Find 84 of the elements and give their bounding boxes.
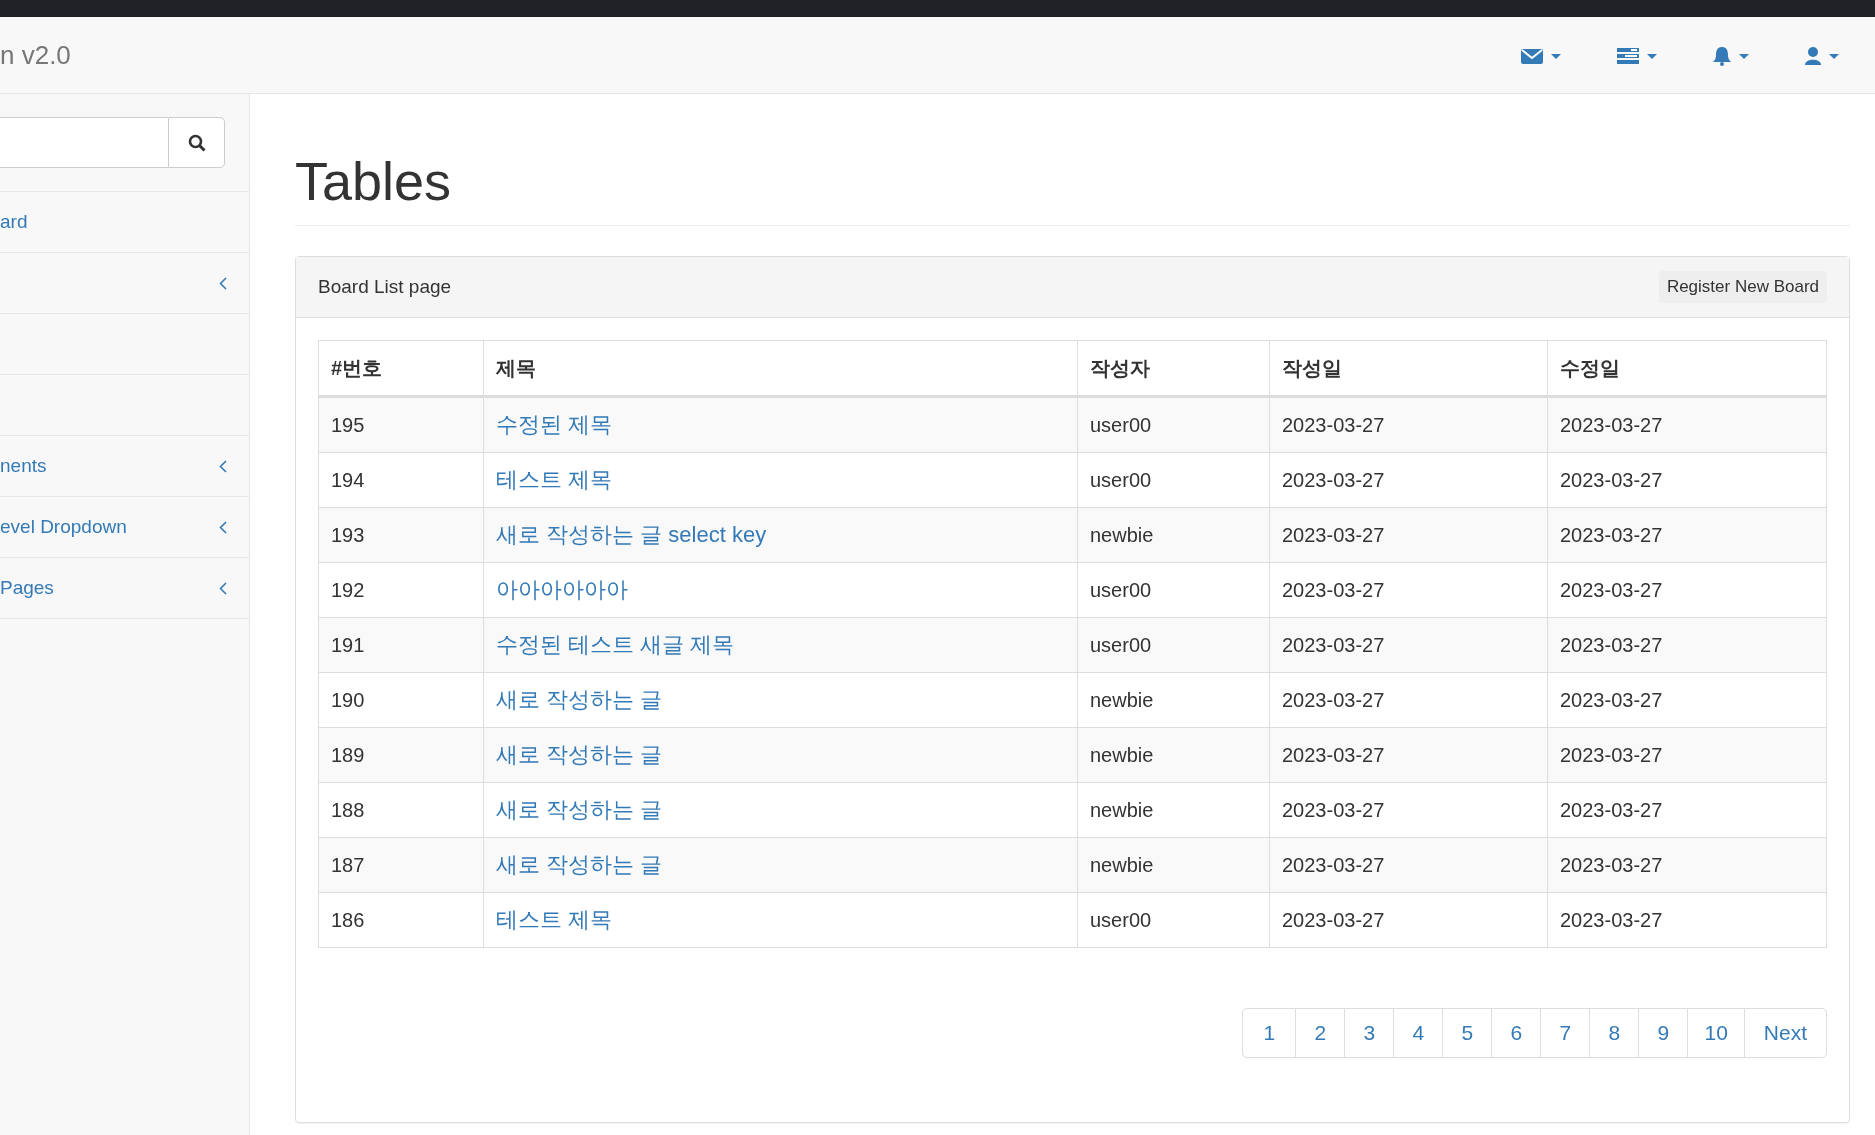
title-link[interactable]: 새로 작성하는 글 select key bbox=[496, 522, 767, 548]
table-cell: 2023-03-27 bbox=[1269, 562, 1548, 618]
table-cell: 195 bbox=[318, 396, 484, 453]
caret-icon bbox=[1829, 53, 1839, 59]
sidebar-item[interactable]: ard bbox=[0, 192, 249, 253]
page-link[interactable]: 5 bbox=[1442, 1008, 1493, 1059]
page-link[interactable]: 3 bbox=[1344, 1008, 1395, 1059]
title-link[interactable]: 테스트 제목 bbox=[496, 907, 613, 933]
title-link[interactable]: 아아아아아아 bbox=[496, 577, 628, 603]
sidebar-item[interactable]: evel Dropdown bbox=[0, 497, 249, 558]
page-link[interactable]: 2 bbox=[1295, 1008, 1346, 1059]
table-cell: 2023-03-27 bbox=[1547, 617, 1827, 673]
table-cell: 192 bbox=[318, 562, 484, 618]
sidebar-item[interactable]: nents bbox=[0, 436, 249, 497]
page-link[interactable]: 8 bbox=[1589, 1008, 1640, 1059]
table-cell: 2023-03-27 bbox=[1547, 452, 1827, 508]
table-cell: 2023-03-27 bbox=[1547, 782, 1827, 838]
search-field[interactable] bbox=[0, 117, 168, 168]
table-cell: 2023-03-27 bbox=[1547, 837, 1827, 893]
table-cell: 2023-03-27 bbox=[1269, 507, 1548, 563]
table-cell: 2023-03-27 bbox=[1269, 892, 1548, 948]
bell-icon bbox=[1713, 46, 1731, 66]
table-cell: 2023-03-27 bbox=[1269, 396, 1548, 453]
table-cell: 2023-03-27 bbox=[1547, 727, 1827, 783]
table-cell: newbie bbox=[1077, 837, 1270, 893]
title-link[interactable]: 새로 작성하는 글 bbox=[496, 852, 663, 878]
caret-icon bbox=[1551, 53, 1561, 59]
title-link[interactable]: 새로 작성하는 글 bbox=[496, 797, 663, 823]
envelope-icon bbox=[1521, 48, 1543, 64]
table-cell: 2023-03-27 bbox=[1547, 396, 1827, 453]
search-icon bbox=[187, 133, 206, 152]
table-cell: 2023-03-27 bbox=[1269, 837, 1548, 893]
table-cell: 2023-03-27 bbox=[1269, 727, 1548, 783]
table-cell: user00 bbox=[1077, 562, 1270, 618]
brand-title: n v2.0 bbox=[0, 39, 71, 71]
page-link[interactable]: 4 bbox=[1393, 1008, 1444, 1059]
chevron-icon bbox=[219, 581, 227, 595]
table-cell: 2023-03-27 bbox=[1269, 672, 1548, 728]
table-cell: newbie bbox=[1077, 672, 1270, 728]
table-cell: 186 bbox=[318, 892, 484, 948]
table-cell: 188 bbox=[318, 782, 484, 838]
title-link[interactable]: 수정된 제목 bbox=[496, 412, 613, 438]
table-cell: 189 bbox=[318, 727, 484, 783]
search-button[interactable] bbox=[168, 117, 225, 168]
user-icon bbox=[1805, 47, 1821, 65]
title-link[interactable]: 테스트 제목 bbox=[496, 467, 613, 493]
table-cell: 2023-03-27 bbox=[1547, 507, 1827, 563]
table-cell: newbie bbox=[1077, 507, 1270, 563]
panel-title: Board List page bbox=[318, 276, 452, 299]
table-cell: newbie bbox=[1077, 727, 1270, 783]
table-cell: user00 bbox=[1077, 617, 1270, 673]
table-cell: 187 bbox=[318, 837, 484, 893]
table-cell: user00 bbox=[1077, 452, 1270, 508]
page-link[interactable]: 6 bbox=[1491, 1008, 1542, 1059]
chevron-icon bbox=[219, 520, 227, 534]
caret-icon bbox=[1647, 53, 1657, 59]
register-button[interactable]: Register New Board bbox=[1658, 271, 1827, 304]
tasks-icon bbox=[1617, 48, 1639, 64]
page-link[interactable]: 10 bbox=[1687, 1008, 1745, 1059]
page-link[interactable]: 7 bbox=[1540, 1008, 1591, 1059]
table-cell: 2023-03-27 bbox=[1269, 452, 1548, 508]
title-link[interactable]: 수정된 테스트 새글 제목 bbox=[496, 632, 735, 658]
table-cell: 2023-03-27 bbox=[1547, 562, 1827, 618]
page-link[interactable]: 1 bbox=[1242, 1008, 1297, 1059]
chevron-icon bbox=[219, 459, 227, 473]
table-cell: 2023-03-27 bbox=[1547, 672, 1827, 728]
table-cell: user00 bbox=[1077, 892, 1270, 948]
caret-icon bbox=[1739, 53, 1749, 59]
table-cell: 2023-03-27 bbox=[1547, 892, 1827, 948]
page-link[interactable]: 9 bbox=[1638, 1008, 1689, 1059]
title-link[interactable]: 새로 작성하는 글 bbox=[496, 687, 663, 713]
table-cell: newbie bbox=[1077, 782, 1270, 838]
table-cell: user00 bbox=[1077, 396, 1270, 453]
page-link[interactable]: Next bbox=[1743, 1008, 1827, 1059]
page-title: Tables bbox=[295, 94, 1850, 227]
table-cell: 2023-03-27 bbox=[1269, 617, 1548, 673]
table-cell: 2023-03-27 bbox=[1269, 782, 1548, 838]
chevron-icon bbox=[219, 276, 227, 290]
table-cell: 190 bbox=[318, 672, 484, 728]
sidebar-item[interactable]: Pages bbox=[0, 558, 249, 619]
table-cell: 191 bbox=[318, 617, 484, 673]
title-link[interactable]: 새로 작성하는 글 bbox=[496, 742, 663, 768]
table-cell: 193 bbox=[318, 507, 484, 563]
table-cell: 194 bbox=[318, 452, 484, 508]
